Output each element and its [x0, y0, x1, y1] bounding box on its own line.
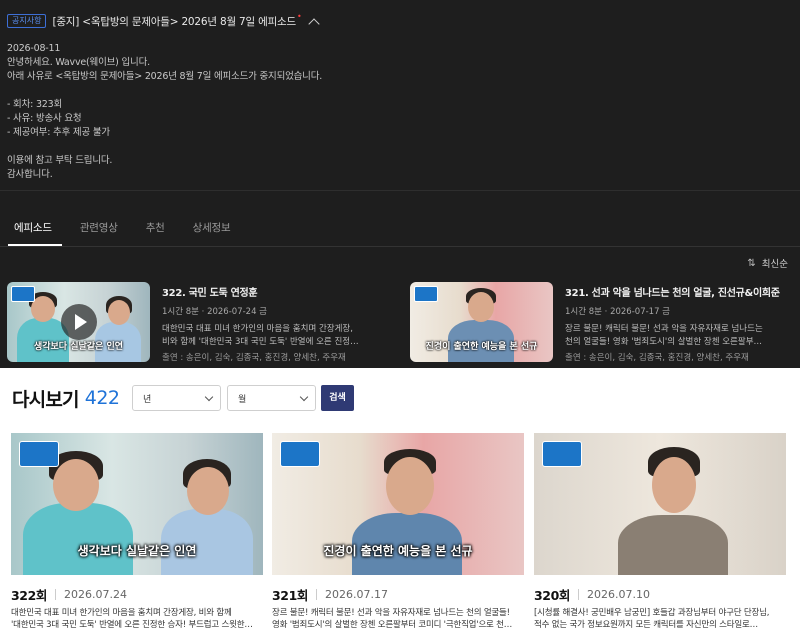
episode-panel: 공지사항 [중지] <옥탑방의 문제아들> 2026년 8월 7일 에피소드 •…	[0, 0, 800, 368]
sort-label: 최신순	[761, 259, 788, 270]
new-dot-icon: •	[296, 11, 302, 21]
vod-card[interactable]: 생각보다 실날같은 인연 322회 2026.07.24 대한민국 대표 미녀 …	[11, 433, 263, 631]
replay-count: 422	[84, 387, 120, 409]
replay-header: 다시보기 422	[12, 384, 120, 412]
notice-title[interactable]: [중지] <옥탑방의 문제아들> 2026년 8월 7일 에피소드	[52, 14, 296, 29]
notice-line: 감사합니다.	[7, 169, 53, 180]
notice-line	[7, 140, 322, 154]
vod-episode-number[interactable]: 321회	[272, 585, 308, 604]
vod-date: 2026.07.24	[64, 587, 127, 601]
year-select-value: 년	[143, 395, 152, 405]
thumbnail-caption: 진경이 출연한 예능을 본 선규	[425, 342, 538, 352]
vod-card[interactable]: 진경이 출연한 예능을 본 선규 321회 2026.07.17 장르 불문! …	[272, 433, 524, 631]
notice-line: - 사유: 방송사 요청	[7, 113, 82, 124]
notice-badge: 공지사항	[7, 14, 47, 28]
episode-card[interactable]: 생각보다 실날같은 인연 322. 국민 도둑 연정훈 1시간 8분 · 202…	[7, 282, 397, 363]
separator	[55, 588, 56, 600]
episode-title[interactable]: 321. 선과 악을 넘나드는 천의 얼굴, 진선규&이희준	[565, 284, 795, 299]
replay-title: 다시보기	[12, 388, 80, 411]
episode-description: 대한민국 대표 미녀 한가인의 마음을 훔치며 간장게장,	[162, 324, 353, 334]
month-select-value: 월	[238, 395, 247, 405]
thumbnail-caption: 생각보다 실날같은 인연	[77, 544, 197, 558]
chevron-down-icon	[299, 392, 309, 402]
episode-thumbnail[interactable]: 생각보다 실날같은 인연	[7, 282, 150, 362]
thumbnail-caption: 진경이 출연한 예능을 본 선규	[323, 544, 473, 558]
notice-body: 2026-08-11 안녕하세요. Wavve(웨이브) 입니다. 아래 사유로…	[7, 42, 322, 182]
notice-line: 아래 사유로 <옥탑방의 문제아들> 2026년 8월 7일 에피소드가 중지되…	[7, 71, 323, 82]
thumbnail-caption: 생각보다 실날같은 인연	[33, 342, 124, 352]
search-button[interactable]: 검색	[321, 385, 354, 411]
episode-meta: 1시간 8분 · 2026-07-17 금	[565, 307, 671, 317]
episode-cast: 출연 : 송은이, 김숙, 김종국, 홍진경, 양세찬, 주우재	[162, 353, 346, 363]
separator	[578, 588, 579, 600]
episode-thumbnail[interactable]: 진경이 출연한 예능을 본 선규	[410, 282, 553, 362]
episode-cast: 출연 : 송은이, 김숙, 김종국, 홍진경, 양세찬, 주우재	[565, 353, 749, 363]
sort-icon: ⇅	[747, 257, 756, 269]
chevron-down-icon	[204, 392, 214, 402]
vod-card[interactable]: 320회 2026.07.10 [시청률 해결사! 궁민배우 남궁민] 호들갑 …	[534, 433, 786, 631]
vod-description: [시청률 해결사! 궁민배우 남궁민] 호들갑 과장님부터 야구단 단장님, 적…	[534, 607, 786, 631]
vod-description-line: '대한민국 3대 국민 도둑' 반열에 오른 진정한 승자! 부드럽고 스윗한…	[11, 620, 253, 630]
month-select[interactable]: 월	[227, 385, 316, 411]
notice-line: 이용에 참고 부탁 드립니다.	[7, 155, 113, 166]
notice-line	[7, 84, 322, 98]
sort-button[interactable]: ⇅ 최신순	[747, 256, 788, 271]
vod-thumbnail[interactable]: 진경이 출연한 예능을 본 선규	[272, 433, 524, 575]
show-logo	[414, 286, 438, 302]
vod-description-line: 적수 없는 국가 정보요원까지 모든 캐릭터를 자신만의 스타일로…	[534, 620, 758, 630]
vod-description-line: [시청률 해결사! 궁민배우 남궁민] 호들갑 과장님부터 야구단 단장님,	[534, 608, 770, 618]
vod-episode-number[interactable]: 320회	[534, 585, 570, 604]
vod-description: 대한민국 대표 미녀 한가인의 마음을 훔치며 간장게장, 비와 함께 '대한민…	[11, 607, 263, 631]
notice-header[interactable]: 공지사항 [중지] <옥탑방의 문제아들> 2026년 8월 7일 에피소드 •	[7, 11, 320, 30]
divider	[0, 190, 800, 191]
tab-episodes[interactable]: 에피소드	[0, 212, 66, 246]
tab-details[interactable]: 상세정보	[179, 212, 245, 246]
notice-line: 2026-08-11	[7, 43, 61, 54]
episode-title[interactable]: 322. 국민 도둑 연정훈	[162, 284, 392, 299]
chevron-up-icon[interactable]	[308, 17, 320, 30]
year-select[interactable]: 년	[132, 385, 221, 411]
tab-bar: 에피소드 관련영상 추천 상세정보	[0, 212, 244, 246]
show-logo	[280, 441, 320, 467]
separator	[316, 588, 317, 600]
episode-card[interactable]: 진경이 출연한 예능을 본 선규 321. 선과 악을 넘나드는 천의 얼굴, …	[410, 282, 800, 363]
vod-date: 2026.07.17	[325, 587, 388, 601]
show-logo	[11, 286, 35, 302]
tab-related-videos[interactable]: 관련영상	[66, 212, 132, 246]
vod-description-line: 영화 '범죄도시'의 살벌한 장첸 오른팔부터 코미디 '극한직업'으로 천…	[272, 620, 513, 630]
notice-line: - 제공여부: 추후 제공 불가	[7, 127, 110, 138]
show-logo	[542, 441, 582, 467]
episode-description: 천의 얼굴들! 영화 '범죄도시'의 살벌한 장첸 오른팔부…	[565, 337, 763, 347]
vod-description-line: 장르 불문! 캐릭터 불문! 선과 악을 자유자재로 넘나드는 천의 얼굴들!	[272, 608, 510, 618]
vod-episode-number[interactable]: 322회	[11, 585, 47, 604]
vod-description-line: 대한민국 대표 미녀 한가인의 마음을 훔치며 간장게장, 비와 함께	[11, 608, 232, 618]
show-logo	[19, 441, 59, 467]
vod-thumbnail[interactable]	[534, 433, 786, 575]
vod-date: 2026.07.10	[587, 587, 650, 601]
episode-description: 장르 불문! 캐릭터 불문! 선과 악을 자유자재로 넘나드는	[565, 324, 763, 334]
tabs-divider	[0, 246, 800, 247]
episode-description: 비와 함께 '대한민국 3대 국민 도둑' 반열에 오른 진정…	[162, 337, 359, 347]
episode-meta: 1시간 8분 · 2026-07-24 금	[162, 307, 268, 317]
notice-line: - 회차: 323회	[7, 99, 63, 110]
notice-line: 안녕하세요. Wavve(웨이브) 입니다.	[7, 57, 150, 68]
tab-recommend[interactable]: 추천	[132, 212, 179, 246]
play-icon[interactable]	[61, 304, 97, 340]
vod-description: 장르 불문! 캐릭터 불문! 선과 악을 자유자재로 넘나드는 천의 얼굴들! …	[272, 607, 524, 631]
vod-thumbnail[interactable]: 생각보다 실날같은 인연	[11, 433, 263, 575]
